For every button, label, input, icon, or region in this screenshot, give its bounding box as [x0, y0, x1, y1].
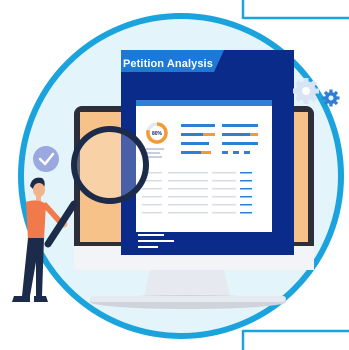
- document-title: Petition Analysis: [123, 58, 213, 70]
- illustration: [12, 0, 349, 350]
- check-badge-icon: [33, 146, 59, 172]
- document: [121, 50, 294, 255]
- gauge-percentage: 80%: [151, 131, 162, 137]
